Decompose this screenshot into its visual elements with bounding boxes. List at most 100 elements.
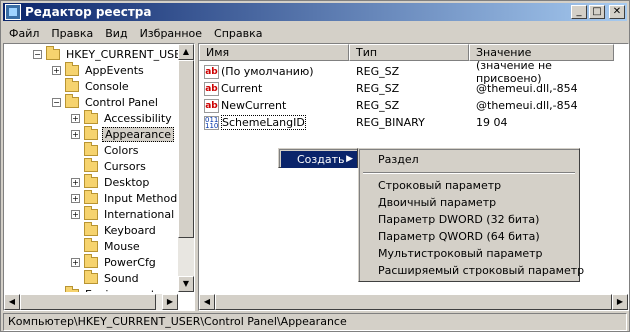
- tree-item[interactable]: − Control Panel: [52, 93, 160, 110]
- tree-item-label: Control Panel: [85, 95, 158, 109]
- folder-icon: [84, 157, 98, 172]
- registry-app-icon: [5, 4, 21, 20]
- submenu-arrow-icon: ▶: [346, 154, 353, 164]
- column-type[interactable]: Тип: [349, 44, 469, 61]
- value-type: REG_SZ: [356, 82, 400, 95]
- tree-item[interactable]: + Appearance: [71, 125, 175, 142]
- column-name[interactable]: Имя: [199, 44, 349, 61]
- tree-hscroll-thumb[interactable]: [20, 294, 156, 310]
- tree-item[interactable]: + PowerCfg: [71, 253, 158, 270]
- tree-item[interactable]: Environment: [52, 285, 157, 293]
- tree-horizontal-scrollbar[interactable]: ◀ ▶: [4, 294, 178, 310]
- tree-item[interactable]: Mouse: [71, 237, 142, 254]
- folder-icon: [65, 285, 79, 292]
- value-name-cell: ab (По умолчанию): [199, 64, 349, 79]
- value-name-cell: 011 110 SchemeLangID: [199, 115, 349, 130]
- folder-icon: [84, 253, 98, 268]
- folder-icon: [84, 237, 98, 252]
- collapse-icon[interactable]: −: [33, 49, 42, 59]
- value-type: REG_SZ: [356, 99, 400, 112]
- tree-item-label: Appearance: [102, 126, 175, 142]
- menu-item-new-value[interactable]: Параметр DWORD (32 бита): [362, 211, 539, 229]
- tree-item[interactable]: Cursors: [71, 157, 148, 174]
- tree-item[interactable]: + Desktop: [71, 173, 151, 190]
- folder-icon: [84, 189, 98, 204]
- menu-file[interactable]: Файл: [3, 27, 45, 40]
- value-row[interactable]: ab (По умолчанию) REG_SZ (значение не присв…: [199, 59, 614, 85]
- tree-item[interactable]: Keyboard: [71, 221, 158, 238]
- tree-item[interactable]: + Accessibility: [71, 109, 174, 126]
- tree-item[interactable]: − HKEY_CURRENT_USER: [33, 45, 178, 62]
- menu-item-new-value[interactable]: Параметр QWORD (64 бита): [362, 228, 540, 246]
- tree-item-label: PowerCfg: [104, 255, 156, 269]
- tree-item-label: Accessibility: [104, 111, 172, 125]
- expand-icon[interactable]: +: [52, 65, 61, 75]
- value-type: REG_BINARY: [356, 116, 425, 129]
- tree-item[interactable]: + International: [71, 205, 176, 222]
- minimize-button[interactable]: _: [571, 5, 587, 19]
- string-value-icon: ab: [204, 81, 219, 96]
- value-name: NewCurrent: [221, 99, 287, 112]
- value-name-cell: ab NewCurrent: [199, 98, 349, 113]
- tree-item-label: Colors: [104, 143, 139, 157]
- create-label: Создать: [297, 153, 345, 166]
- folder-icon: [84, 125, 98, 140]
- tree-item[interactable]: + Input Method: [71, 189, 178, 206]
- string-value-icon: ab: [204, 64, 219, 79]
- string-value-icon: ab: [204, 98, 219, 113]
- scroll-left-icon[interactable]: ◀: [4, 294, 20, 310]
- tree-item-label: AppEvents: [85, 63, 144, 77]
- expand-icon[interactable]: +: [71, 193, 80, 203]
- value-data: @themeui.dll,-854: [476, 82, 578, 95]
- scroll-right-icon[interactable]: ▶: [162, 294, 178, 310]
- tree-item-label: Mouse: [104, 239, 140, 253]
- menu-help[interactable]: Справка: [208, 27, 268, 40]
- menu-view[interactable]: Вид: [99, 27, 133, 40]
- expand-icon[interactable]: +: [71, 177, 80, 187]
- expand-icon[interactable]: +: [71, 257, 80, 267]
- menu-item-key[interactable]: Раздел: [362, 151, 419, 169]
- collapse-icon[interactable]: −: [52, 97, 61, 107]
- scroll-left-icon[interactable]: ◀: [199, 294, 215, 310]
- tree-item[interactable]: + AppEvents: [52, 61, 146, 78]
- expand-icon[interactable]: +: [71, 209, 80, 219]
- value-name: SchemeLangID: [221, 115, 306, 130]
- menu-item-create[interactable]: Создать ▶: [281, 151, 357, 168]
- folder-icon: [84, 269, 98, 284]
- values-horizontal-scrollbar[interactable]: ◀ ▶: [199, 294, 628, 310]
- tree-scroll-thumb[interactable]: [178, 60, 194, 238]
- tree-item-label: Input Method: [104, 191, 178, 205]
- maximize-button[interactable]: □: [589, 5, 605, 19]
- tree-item[interactable]: Sound: [71, 269, 141, 286]
- expand-icon[interactable]: +: [71, 113, 80, 123]
- value-row[interactable]: ab Current REG_SZ @themeui.dll,-854: [199, 80, 614, 97]
- tree-vertical-scrollbar[interactable]: ▲ ▼: [178, 44, 194, 292]
- folder-icon: [84, 109, 98, 124]
- scroll-down-icon[interactable]: ▼: [178, 276, 194, 292]
- close-button[interactable]: ✕: [609, 5, 625, 19]
- tree-item[interactable]: Console: [52, 77, 131, 94]
- create-submenu: Раздел Строковый параметр Двоичный парамет…: [358, 148, 584, 282]
- menu-item-new-value[interactable]: Строковый параметр: [362, 177, 501, 195]
- menu-item-new-value[interactable]: Двоичный параметр: [362, 194, 496, 212]
- scroll-right-icon[interactable]: ▶: [612, 294, 628, 310]
- registry-tree: − HKEY_CURRENT_USER + AppEvents Console − Cont…: [4, 44, 178, 292]
- menu-favorites[interactable]: Избранное: [134, 27, 208, 40]
- folder-icon: [65, 77, 79, 92]
- menu-edit[interactable]: Правка: [45, 27, 99, 40]
- expand-icon[interactable]: +: [71, 129, 80, 139]
- title-bar[interactable]: Редактор реестра _ □ ✕: [3, 3, 627, 21]
- menu-item-new-value[interactable]: Расширяемый строковый параметр: [362, 262, 584, 280]
- tree-item-label: Keyboard: [104, 223, 156, 237]
- value-row[interactable]: ab NewCurrent REG_SZ @themeui.dll,-854: [199, 97, 614, 114]
- value-name-cell: ab Current: [199, 81, 349, 96]
- scroll-up-icon[interactable]: ▲: [178, 44, 194, 60]
- menu-item-new-value[interactable]: Мультистроковый параметр: [362, 245, 543, 263]
- value-name: Current: [221, 82, 263, 95]
- tree-item-label: Environment: [83, 288, 157, 293]
- folder-icon: [65, 93, 79, 108]
- tree-item[interactable]: Colors: [71, 141, 140, 158]
- value-data: 19 04: [476, 116, 508, 129]
- value-row[interactable]: 011 110 SchemeLangID REG_BINARY 19 04: [199, 114, 614, 131]
- values-hscroll-thumb[interactable]: [215, 294, 612, 310]
